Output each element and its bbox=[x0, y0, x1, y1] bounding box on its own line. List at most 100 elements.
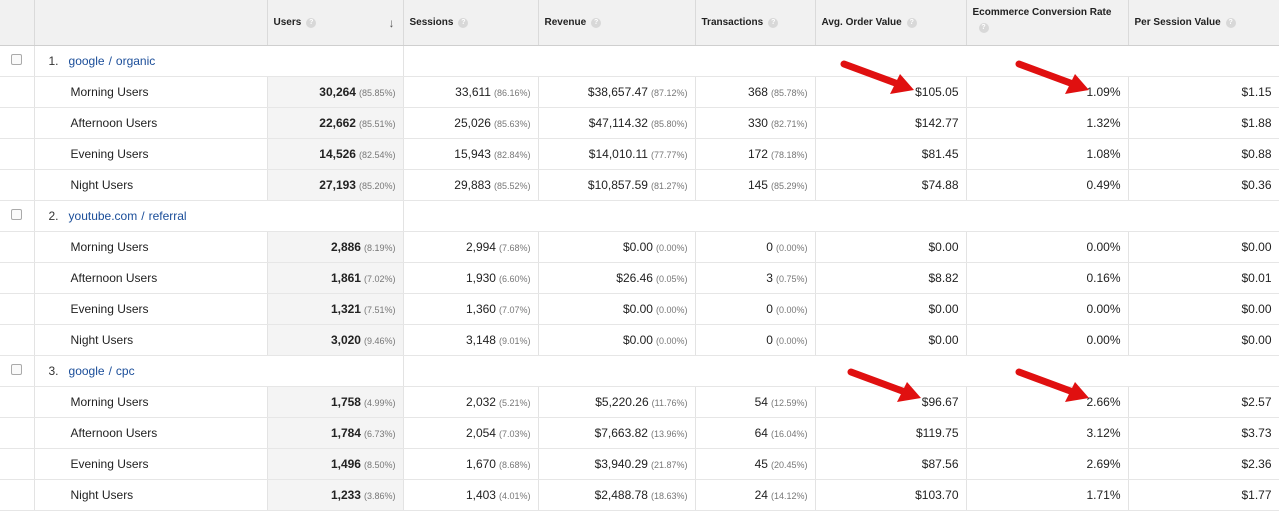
column-header-psv-label: Per Session Value bbox=[1134, 17, 1221, 28]
cell-psv: $3.73 bbox=[1128, 417, 1279, 449]
source-link[interactable]: google bbox=[69, 54, 105, 68]
revenue-value: $7,663.82 bbox=[594, 426, 648, 440]
help-icon[interactable]: ? bbox=[906, 17, 917, 28]
sessions-value: 2,054 bbox=[465, 426, 496, 440]
ecr-value: 0.00% bbox=[1086, 333, 1121, 347]
help-icon[interactable]: ? bbox=[768, 17, 779, 28]
cell-psv: $0.01 bbox=[1128, 262, 1279, 294]
users-value: 22,662 bbox=[319, 116, 356, 130]
group-row: 2. youtube.com / referral bbox=[0, 200, 1279, 232]
ecr-value: 0.49% bbox=[1086, 178, 1121, 192]
aov-value: $96.67 bbox=[921, 395, 959, 409]
revenue-percentage: (0.00%) bbox=[655, 336, 688, 346]
transactions-percentage: (78.18%) bbox=[770, 150, 808, 160]
column-header-transactions[interactable]: Transactions? bbox=[695, 0, 816, 46]
segment-label: Evening Users bbox=[34, 138, 268, 170]
sessions-value: 2,032 bbox=[465, 395, 496, 409]
segment-label: Night Users bbox=[34, 324, 268, 356]
table-row: Evening Users 14,526 (82.54%) 15,943 (82.84%… bbox=[0, 138, 1279, 170]
row-checkbox-cell bbox=[0, 200, 35, 232]
cell-ecr: 0.00% bbox=[966, 293, 1129, 325]
column-header-per-session-value[interactable]: Per Session Value? bbox=[1128, 0, 1279, 46]
cell-revenue: $2,488.78 (18.63%) bbox=[538, 479, 696, 511]
cell-revenue: $47,114.32 (85.80%) bbox=[538, 107, 696, 139]
cell-revenue: $10,857.59 (81.27%) bbox=[538, 169, 696, 201]
revenue-value: $26.46 bbox=[616, 271, 653, 285]
psv-value: $1.77 bbox=[1241, 488, 1272, 502]
sessions-value: 2,994 bbox=[465, 240, 496, 254]
row-spacer-cell bbox=[0, 324, 35, 356]
cell-sessions: 1,930 (6.60%) bbox=[403, 262, 539, 294]
row-checkbox[interactable] bbox=[11, 54, 23, 65]
cell-users: 1,496 (8.50%) bbox=[267, 448, 404, 480]
revenue-value: $0.00 bbox=[622, 302, 653, 316]
report-table-view: Users? ↓ Sessions? Revenue? Transactions?… bbox=[0, 0, 1279, 511]
help-icon[interactable]: ? bbox=[1225, 17, 1236, 28]
table-row: Evening Users 1,496 (8.50%) 1,670 (8.68%) $3,… bbox=[0, 448, 1279, 480]
help-icon[interactable]: ? bbox=[591, 17, 602, 28]
cell-users: 1,321 (7.51%) bbox=[267, 293, 404, 325]
table-row: Morning Users 1,758 (4.99%) 2,032 (5.21%) $5,… bbox=[0, 386, 1279, 418]
column-header-ecommerce-conversion-rate[interactable]: Ecommerce Conversion Rate ? bbox=[966, 0, 1129, 46]
revenue-value: $38,657.47 bbox=[587, 85, 648, 99]
psv-value: $1.15 bbox=[1241, 85, 1272, 99]
transactions-percentage: (0.00%) bbox=[775, 305, 808, 315]
psv-value: $0.00 bbox=[1241, 333, 1272, 347]
column-header-users[interactable]: Users? ↓ bbox=[267, 0, 404, 46]
users-percentage: (7.02%) bbox=[363, 274, 396, 284]
column-header-revenue[interactable]: Revenue? bbox=[538, 0, 696, 46]
cell-transactions: 172 (78.18%) bbox=[695, 138, 816, 170]
column-header-revenue-label: Revenue bbox=[544, 17, 587, 28]
row-checkbox[interactable] bbox=[11, 209, 23, 220]
sessions-percentage: (85.63%) bbox=[493, 119, 531, 129]
group-label-cell: 1. google / organic bbox=[34, 45, 404, 77]
users-value: 27,193 bbox=[319, 178, 356, 192]
cell-users: 3,020 (9.46%) bbox=[267, 324, 404, 356]
transactions-value: 368 bbox=[747, 85, 768, 99]
ecr-value: 1.71% bbox=[1086, 488, 1121, 502]
segment-label: Afternoon Users bbox=[34, 262, 268, 294]
medium-link[interactable]: referral bbox=[149, 209, 187, 223]
table-row: Night Users 27,193 (85.20%) 29,883 (85.52%) $… bbox=[0, 169, 1279, 201]
medium-link[interactable]: cpc bbox=[116, 364, 135, 378]
column-header-aov-label: Avg. Order Value bbox=[821, 17, 902, 28]
cell-ecr: 1.09% bbox=[966, 76, 1129, 108]
revenue-percentage: (85.80%) bbox=[650, 119, 688, 129]
cell-ecr: 1.71% bbox=[966, 479, 1129, 511]
cell-ecr: 3.12% bbox=[966, 417, 1129, 449]
segment-label: Evening Users bbox=[34, 293, 268, 325]
medium-link[interactable]: organic bbox=[116, 54, 155, 68]
aov-value: $81.45 bbox=[921, 147, 959, 161]
aov-value: $0.00 bbox=[928, 302, 959, 316]
cell-revenue: $38,657.47 (87.12%) bbox=[538, 76, 696, 108]
source-link[interactable]: youtube.com bbox=[69, 209, 138, 223]
cell-psv: $0.88 bbox=[1128, 138, 1279, 170]
revenue-percentage: (87.12%) bbox=[650, 88, 688, 98]
source-link[interactable]: google bbox=[69, 364, 105, 378]
help-icon[interactable]: ? bbox=[458, 17, 469, 28]
column-header-avg-order-value[interactable]: Avg. Order Value? bbox=[815, 0, 967, 46]
sort-descending-icon[interactable]: ↓ bbox=[389, 16, 395, 30]
table-header-row: Users? ↓ Sessions? Revenue? Transactions?… bbox=[0, 0, 1279, 46]
row-checkbox-cell bbox=[0, 355, 35, 387]
users-value: 14,526 bbox=[319, 147, 356, 161]
sessions-percentage: (7.03%) bbox=[498, 429, 531, 439]
ecr-value: 0.00% bbox=[1086, 302, 1121, 316]
ecommerce-report-table: Users? ↓ Sessions? Revenue? Transactions?… bbox=[0, 0, 1279, 511]
help-icon[interactable]: ? bbox=[306, 17, 317, 28]
cell-ecr: 0.16% bbox=[966, 262, 1129, 294]
group-empty-cell bbox=[403, 200, 1279, 232]
cell-transactions: 0 (0.00%) bbox=[695, 231, 816, 263]
cell-ecr: 1.08% bbox=[966, 138, 1129, 170]
column-header-sessions[interactable]: Sessions? bbox=[403, 0, 539, 46]
segment-label: Morning Users bbox=[34, 231, 268, 263]
ecr-value: 2.66% bbox=[1086, 395, 1121, 409]
table-row: Afternoon Users 22,662 (85.51%) 25,026 (85.6… bbox=[0, 107, 1279, 139]
row-checkbox[interactable] bbox=[11, 364, 23, 375]
cell-transactions: 45 (20.45%) bbox=[695, 448, 816, 480]
cell-revenue: $5,220.26 (11.76%) bbox=[538, 386, 696, 418]
help-icon[interactable]: ? bbox=[978, 23, 989, 33]
cell-transactions: 0 (0.00%) bbox=[695, 293, 816, 325]
users-value: 30,264 bbox=[319, 85, 356, 99]
transactions-value: 330 bbox=[747, 116, 768, 130]
